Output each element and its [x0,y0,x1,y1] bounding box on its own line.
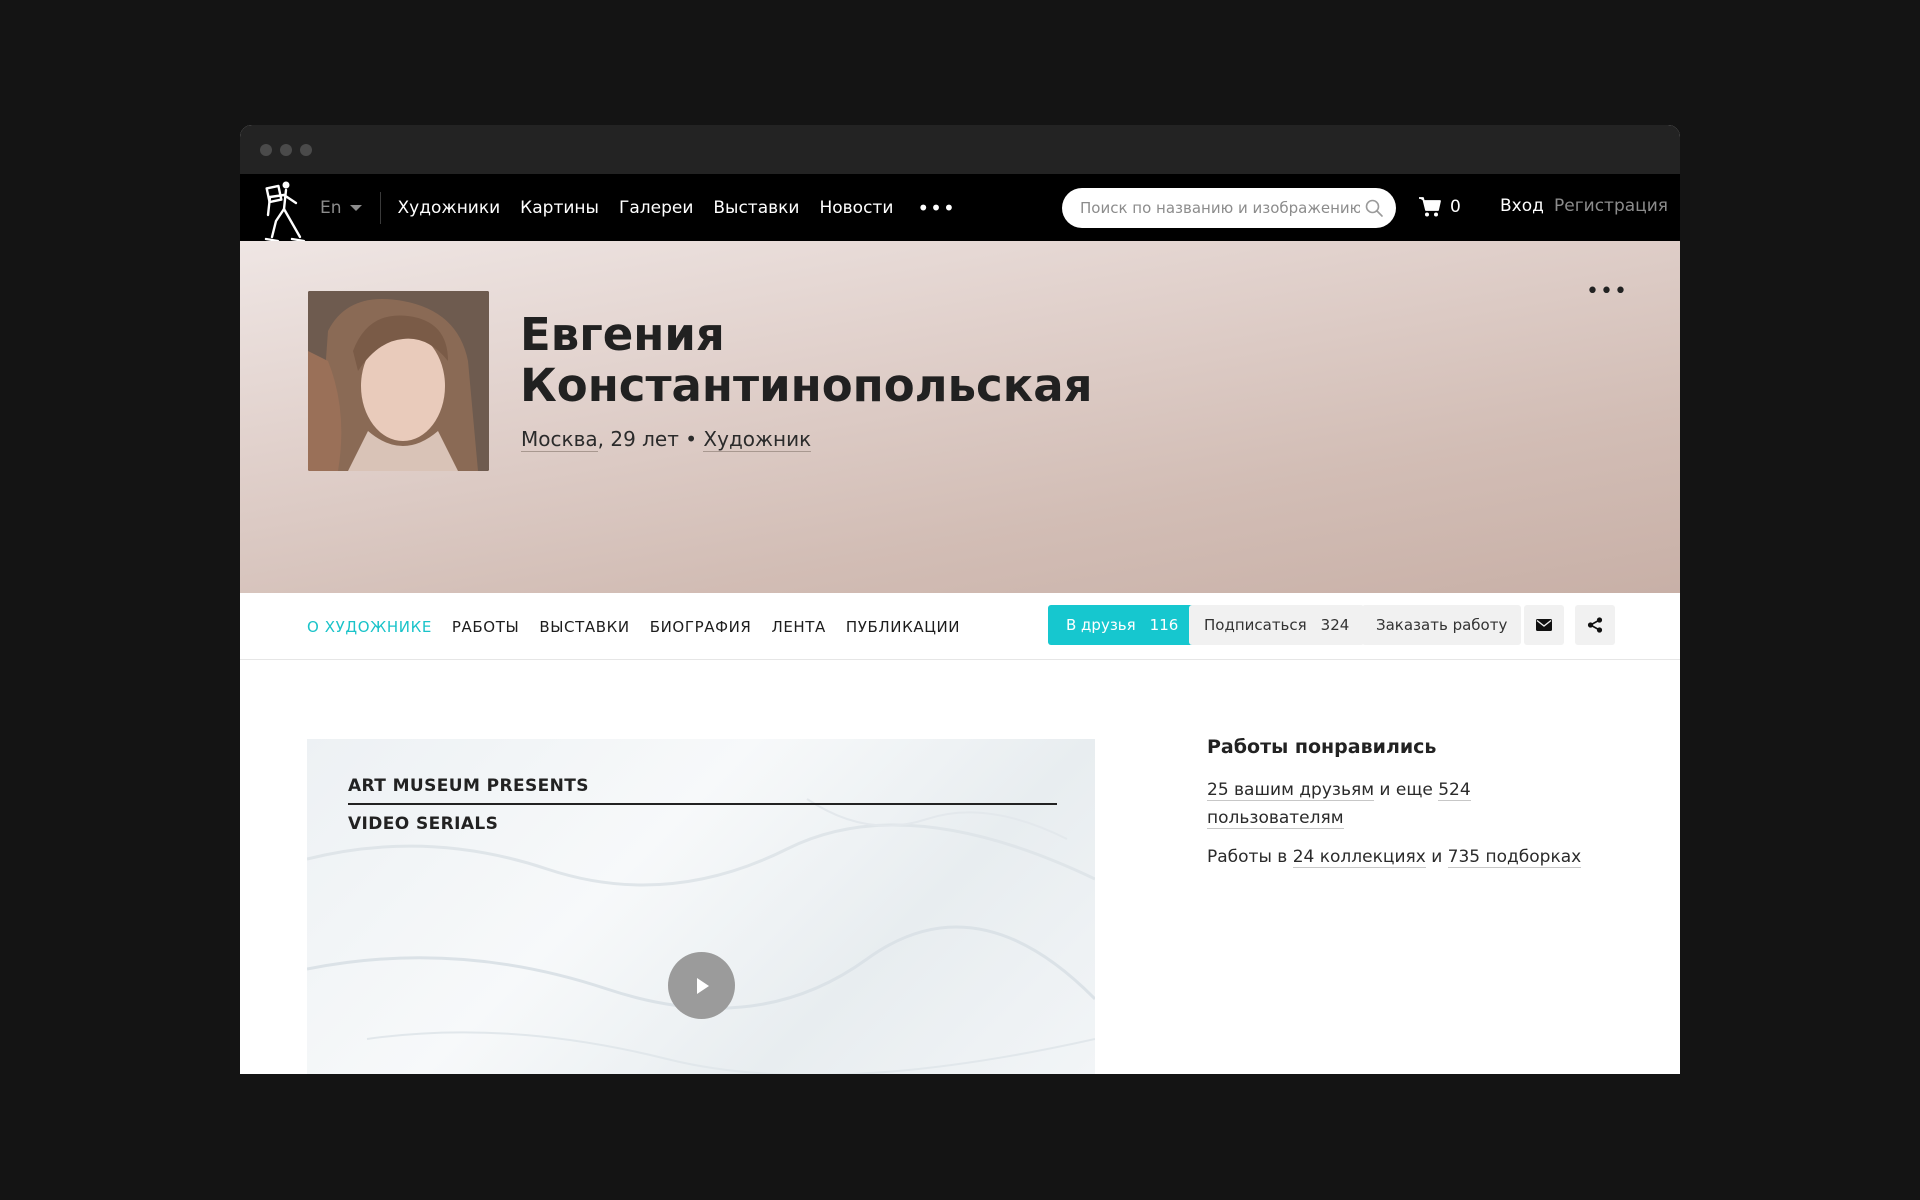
share-button[interactable] [1575,605,1615,645]
top-navbar: En Художники Картины Галереи Выставки Но… [240,174,1680,243]
subscribe-label: Подписаться [1204,616,1307,634]
nav-divider [379,191,381,224]
tab-exhibitions[interactable]: ВЫСТАВКИ [539,618,629,636]
cart-icon [1419,197,1441,217]
window-titlebar [240,125,1680,174]
search-icon[interactable] [1364,198,1384,218]
nav-more-icon[interactable]: ••• [917,196,955,220]
share-icon [1587,617,1603,633]
subscribe-count: 324 [1320,616,1350,634]
artist-last-name: Константинопольская [520,359,1093,412]
profile-header: Евгения Константинопольская Москва, 29 л… [240,241,1680,593]
play-icon [696,977,709,994]
window-minimize-dot[interactable] [280,143,292,156]
tab-about[interactable]: О ХУДОЖНИКЕ [307,618,432,636]
video-caption-rule [348,803,1057,805]
city-link[interactable]: Москва [521,427,598,452]
cart-button[interactable]: 0 [1418,196,1461,218]
artist-meta: Москва, 29 лет • Художник [521,427,812,452]
meta-comma: , [597,427,611,451]
likes-title: Работы понравились [1207,736,1437,758]
collections-link[interactable]: 24 коллекциях [1292,847,1426,868]
meta-separator: • [678,427,704,451]
likes-summary: Работы понравились 25 вашим друзьям и ещ… [1207,736,1587,871]
profile-tabs-bar: О ХУДОЖНИКЕ РАБОТЫ ВЫСТАВКИ БИОГРАФИЯ ЛЕ… [240,593,1680,660]
selections-link[interactable]: 735 подборках [1447,847,1582,868]
users-likes-count-link[interactable]: 524 [1438,780,1471,801]
main-nav: Художники Картины Галереи Выставки Новос… [398,198,894,218]
language-switcher[interactable]: En [320,198,362,218]
add-friend-label: В друзья [1066,616,1136,634]
video-player[interactable]: ART MUSEUM PRESENTS VIDEO SERIALS [307,739,1095,1074]
and-more-text: и еще [1374,780,1439,800]
register-link[interactable]: Регистрация [1554,196,1668,216]
friends-count: 116 [1149,616,1179,634]
age-text: 29 лет [610,427,679,451]
video-caption-top: ART MUSEUM PRESENTS [348,776,589,796]
order-work-button[interactable]: Заказать работу [1362,605,1522,645]
profile-more-icon[interactable]: ••• [1586,279,1628,304]
nav-link-exhibitions[interactable]: Выставки [713,198,799,218]
add-friend-button[interactable]: В друзья 116 [1048,605,1197,645]
and-text: и [1425,847,1448,867]
nav-link-news[interactable]: Новости [819,198,893,218]
logo-icon[interactable] [262,179,306,243]
cart-count: 0 [1450,197,1461,217]
login-link[interactable]: Вход [1500,196,1544,216]
mail-icon [1536,619,1552,631]
collections-text: Работы в 24 коллекциях и 735 подборках [1207,843,1587,871]
nav-link-galleries[interactable]: Галереи [619,198,693,218]
tab-works[interactable]: РАБОТЫ [452,618,519,636]
tab-publications[interactable]: ПУБЛИКАЦИИ [846,618,960,636]
message-button[interactable] [1524,605,1564,645]
avatar [308,291,489,471]
artist-first-name: Евгения [520,308,725,361]
likes-friends-text: 25 вашим друзьям и еще 524 пользователям [1207,776,1587,832]
play-button[interactable] [668,952,735,1019]
order-work-label: Заказать работу [1376,616,1508,634]
friends-likes-link[interactable]: 25 вашим друзьям [1207,780,1375,801]
browser-window: En Художники Картины Галереи Выставки Но… [240,125,1680,1074]
nav-link-artists[interactable]: Художники [398,198,501,218]
users-likes-link[interactable]: пользователям [1207,808,1344,829]
role-link[interactable]: Художник [703,427,812,452]
chevron-down-icon [349,204,362,211]
window-maximize-dot[interactable] [300,143,312,156]
search-input[interactable] [1080,199,1360,217]
window-close-dot[interactable] [260,143,272,156]
video-caption-bottom: VIDEO SERIALS [348,814,499,834]
artist-name: Евгения Константинопольская [520,309,1093,411]
subscribe-button[interactable]: Подписаться 324 [1189,605,1365,645]
tab-biography[interactable]: БИОГРАФИЯ [650,618,752,636]
nav-link-paintings[interactable]: Картины [520,198,599,218]
profile-tabs: О ХУДОЖНИКЕ РАБОТЫ ВЫСТАВКИ БИОГРАФИЯ ЛЕ… [307,618,960,636]
collections-prefix: Работы в [1207,847,1293,867]
language-label: En [320,197,342,218]
search-box [1062,188,1396,228]
tab-feed[interactable]: ЛЕНТА [771,618,825,636]
